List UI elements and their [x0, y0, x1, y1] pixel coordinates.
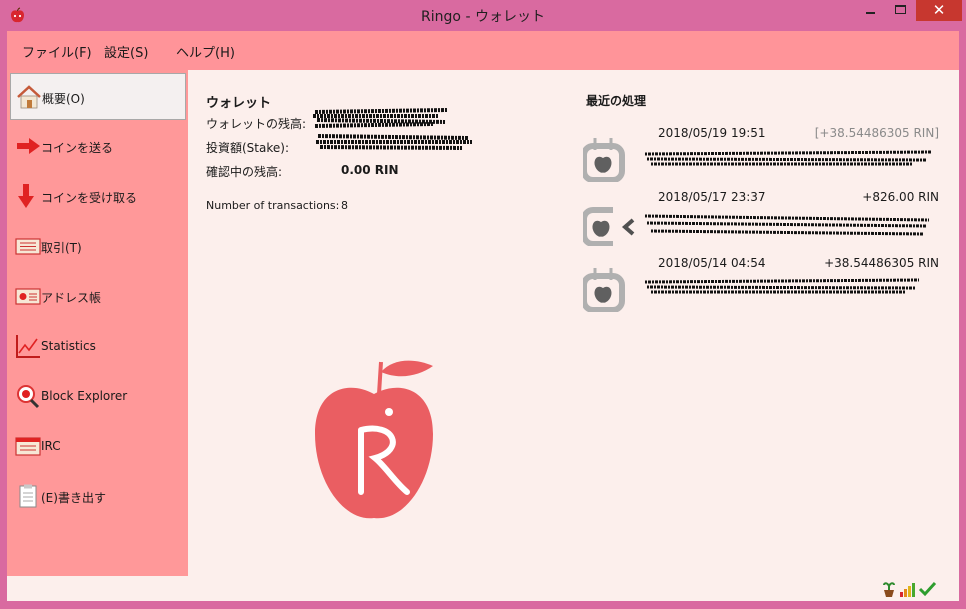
sidebar-item-address-book[interactable]: アドレス帳 [10, 273, 186, 320]
block-explorer-icon [17, 385, 40, 409]
balance-label: ウォレットの残高: [206, 117, 307, 131]
sidebar: 概要(O) コインを送る コインを受け取る 取引(T) アドレス帳 Statis… [7, 70, 188, 576]
sidebar-item-label: IRC [41, 439, 61, 453]
sidebar-item-send[interactable]: コインを送る [10, 123, 186, 170]
transactions-icon [15, 238, 41, 255]
sidebar-item-export[interactable]: (E)書き出す [10, 473, 186, 520]
app-window: Ringo - ウォレット ✕ ファイル(F) 設定(S) ヘルプ(H) 概要(… [0, 0, 966, 609]
recent-heading: 最近の処理 [586, 94, 647, 108]
redacted-address [644, 150, 932, 166]
sidebar-item-irc[interactable]: IRC [10, 423, 186, 470]
maximize-button[interactable] [886, 0, 915, 21]
received-apple-icon [583, 207, 635, 246]
mined-apple-icon [583, 138, 625, 182]
status-bar [7, 576, 959, 601]
sidebar-item-label: 取引(T) [41, 241, 82, 255]
close-button[interactable]: ✕ [916, 0, 962, 21]
transaction-item[interactable]: 2018/05/19 19:51 [+38.54486305 RIN] [583, 126, 951, 186]
sidebar-item-receive[interactable]: コインを受け取る [10, 173, 186, 220]
sidebar-item-label: コインを受け取る [41, 191, 138, 205]
close-icon: ✕ [932, 1, 946, 19]
unconfirmed-value: 0.00 RIN [341, 163, 399, 177]
sidebar-item-label: (E)書き出す [41, 491, 106, 505]
menu-settings[interactable]: 設定(S) [104, 42, 148, 61]
transaction-item[interactable]: 2018/05/17 23:37 +826.00 RIN [583, 190, 951, 250]
tx-amount: +826.00 RIN [862, 190, 939, 204]
sidebar-item-label: Statistics [41, 339, 96, 353]
redacted-stake [316, 134, 472, 150]
maximize-icon [895, 5, 906, 14]
window-title: Ringo - ウォレット [421, 9, 545, 25]
menu-help[interactable]: ヘルプ(H) [176, 42, 235, 61]
tx-date: 2018/05/19 19:51 [658, 126, 766, 140]
export-icon [19, 484, 37, 508]
connection-bars-icon [900, 583, 915, 597]
redacted-address [644, 214, 930, 236]
address-book-icon [15, 288, 41, 305]
wallet-heading: ウォレット [206, 96, 272, 111]
status-indicators [883, 581, 937, 597]
stake-label: 投資額(Stake): [206, 141, 289, 155]
tx-date: 2018/05/17 23:37 [658, 190, 766, 204]
title-bar[interactable]: Ringo - ウォレット ✕ [0, 0, 966, 31]
tx-amount: [+38.54486305 RIN] [814, 126, 939, 140]
tx-count-label: Number of transactions: [206, 199, 340, 212]
sidebar-item-label: Block Explorer [41, 389, 128, 403]
staking-sprout-icon [883, 582, 895, 597]
home-icon [17, 85, 41, 109]
sidebar-item-transactions[interactable]: 取引(T) [10, 223, 186, 270]
menu-bar: ファイル(F) 設定(S) ヘルプ(H) [7, 31, 959, 70]
ringo-apple-logo [315, 360, 433, 519]
overview-panel: ウォレット ウォレットの残高: 投資額(Stake): 確認中の残高: 0.00… [188, 70, 959, 576]
client-area: ファイル(F) 設定(S) ヘルプ(H) 概要(O) コインを送る コインを受け… [7, 31, 959, 601]
tx-count-value: 8 [341, 199, 348, 212]
send-arrow-icon [17, 138, 40, 154]
sidebar-item-label: 概要(O) [42, 92, 85, 106]
tx-amount: +38.54486305 RIN [824, 256, 939, 270]
menu-file[interactable]: ファイル(F) [22, 42, 92, 61]
receive-arrow-icon [18, 184, 34, 208]
sidebar-item-overview[interactable]: 概要(O) [10, 73, 186, 120]
irc-icon [15, 437, 41, 456]
sidebar-item-label: コインを送る [41, 141, 114, 155]
unconfirmed-label: 確認中の残高: [206, 165, 283, 179]
sidebar-item-block-explorer[interactable]: Block Explorer [10, 373, 186, 420]
transaction-item[interactable]: 2018/05/14 04:54 +38.54486305 RIN [583, 256, 951, 316]
sidebar-item-statistics[interactable]: Statistics [10, 323, 186, 370]
minimize-button[interactable] [856, 0, 885, 21]
tx-date: 2018/05/14 04:54 [658, 256, 766, 270]
minimize-icon [866, 12, 875, 14]
synced-check-icon [918, 581, 937, 597]
statistics-chart-icon [16, 335, 40, 358]
redacted-address [644, 278, 920, 294]
sidebar-item-label: アドレス帳 [41, 291, 102, 305]
mined-apple-icon [583, 268, 625, 312]
